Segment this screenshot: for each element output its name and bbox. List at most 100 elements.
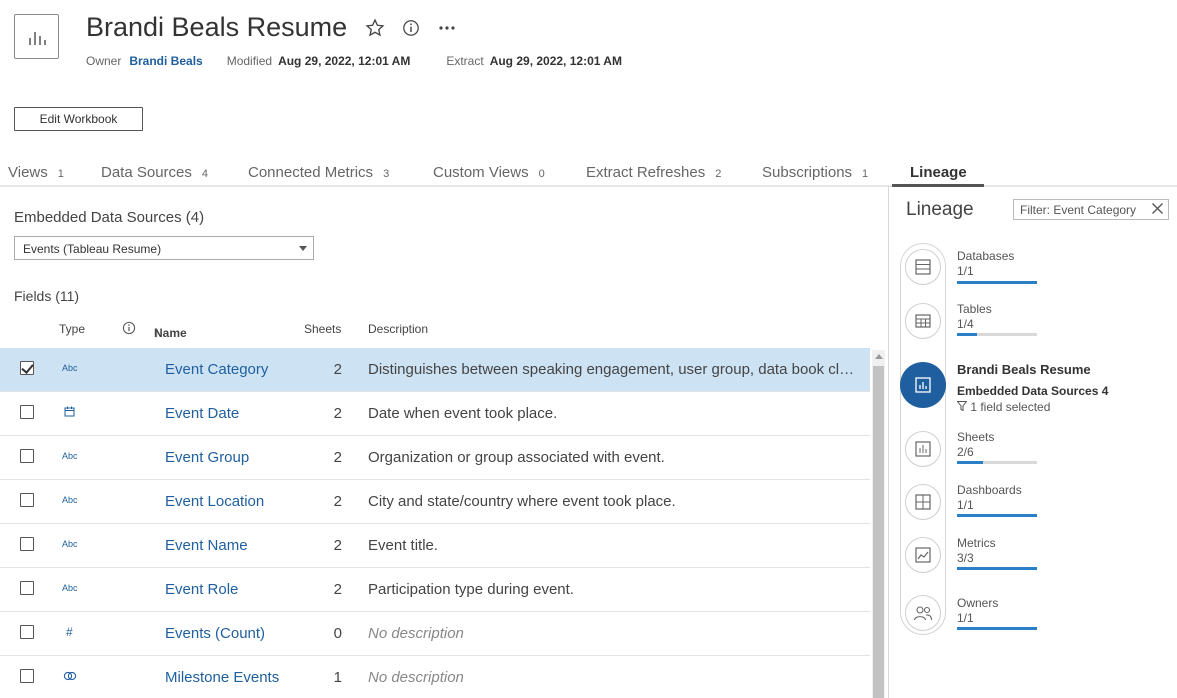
- sheet-count: 2: [333, 493, 342, 510]
- abc-icon: Abc: [62, 583, 78, 593]
- sheet-count: 2: [333, 581, 342, 598]
- row-checkbox[interactable]: [20, 361, 34, 375]
- pane-divider: [888, 186, 889, 698]
- chevron-down-icon: [299, 246, 307, 251]
- progress-fill: [957, 627, 1037, 630]
- database-icon[interactable]: [905, 249, 941, 285]
- progress-bar: [957, 281, 1037, 284]
- tab-bar: Views 1 Data Sources 4 Connected Metrics 3 …: [0, 160, 1177, 187]
- fields-selected: 1 field selected: [956, 400, 1050, 414]
- lineage-item-owners[interactable]: Owners 1/1: [957, 596, 998, 625]
- progress-bar: [957, 333, 1037, 336]
- scrollbar-thumb[interactable]: [873, 366, 884, 698]
- embedded-data-sources-label: Embedded Data Sources (4): [14, 209, 205, 226]
- row-checkbox[interactable]: [20, 625, 34, 639]
- info-icon[interactable]: [122, 321, 136, 338]
- active-tab-indicator: [892, 184, 984, 187]
- sheet-count: 2: [333, 405, 342, 422]
- calendar-icon: [64, 406, 75, 419]
- abc-icon: Abc: [62, 451, 78, 461]
- table-row[interactable]: # Events (Count) 0 No description: [0, 612, 870, 656]
- sheet-icon[interactable]: [905, 431, 941, 467]
- progress-bar: [957, 461, 1037, 464]
- field-name[interactable]: Event Location: [165, 493, 264, 510]
- lineage-item-sheets[interactable]: Sheets 2/6: [957, 430, 994, 459]
- tab-extract-refreshes[interactable]: Extract Refreshes 2: [586, 164, 721, 181]
- page-title: Brandi Beals Resume: [86, 12, 348, 42]
- tab-views[interactable]: Views 1: [8, 164, 64, 181]
- row-checkbox[interactable]: [20, 581, 34, 595]
- lineage-item-tables[interactable]: Tables 1/4: [957, 302, 992, 331]
- link-icon: [63, 670, 77, 684]
- owner-label: Owner: [86, 54, 122, 68]
- field-name[interactable]: Event Group: [165, 449, 249, 466]
- hash-icon: #: [66, 625, 73, 639]
- workbook-metadata: Owner Brandi Beals Modified Aug 29, 2022…: [86, 54, 622, 68]
- table-row[interactable]: Abc Event Role 2 Participation type duri…: [0, 568, 870, 612]
- lineage-item-metrics[interactable]: Metrics 3/3: [957, 536, 996, 565]
- fields-table-header: Type ↑ Name Sheets Description: [59, 321, 429, 340]
- owner-link[interactable]: Brandi Beals: [129, 54, 202, 68]
- field-name[interactable]: Milestone Events: [165, 669, 279, 686]
- workbook-icon: [14, 14, 59, 59]
- data-source-select-value: Events (Tableau Resume): [23, 242, 162, 256]
- field-name[interactable]: Event Category: [165, 361, 268, 378]
- table-row[interactable]: Abc Event Name 2 Event title.: [0, 524, 870, 568]
- tab-custom-views[interactable]: Custom Views 0: [433, 164, 545, 181]
- owners-icon[interactable]: [905, 595, 941, 631]
- extract-value: Aug 29, 2022, 12:01 AM: [489, 54, 622, 68]
- fields-label: Fields (11): [14, 288, 80, 304]
- tab-data-sources[interactable]: Data Sources 4: [101, 164, 208, 181]
- modified-value: Aug 29, 2022, 12:01 AM: [278, 54, 411, 68]
- lineage-item-dashboards[interactable]: Dashboards 1/1: [957, 483, 1022, 512]
- column-description[interactable]: Description: [368, 322, 428, 336]
- more-actions-icon[interactable]: [436, 17, 458, 39]
- lineage-filter-chip[interactable]: Filter: Event Category: [1013, 199, 1169, 220]
- close-icon[interactable]: [1151, 202, 1164, 218]
- field-description: No description: [368, 669, 464, 686]
- field-description: No description: [368, 625, 464, 642]
- metric-icon[interactable]: [905, 537, 941, 573]
- row-checkbox[interactable]: [20, 537, 34, 551]
- field-description: Event title.: [368, 537, 439, 554]
- table-icon[interactable]: [905, 303, 941, 339]
- scroll-up-icon[interactable]: [875, 354, 883, 359]
- field-name[interactable]: Events (Count): [165, 625, 265, 642]
- header-actions: [364, 17, 458, 39]
- data-source-icon[interactable]: [900, 362, 946, 408]
- field-description: Organization or group associated with ev…: [368, 449, 665, 466]
- sheet-count: 1: [333, 669, 342, 686]
- sheet-count: 2: [333, 449, 342, 466]
- sheet-count: 0: [333, 625, 342, 642]
- column-type[interactable]: Type: [59, 322, 85, 336]
- field-description: Date when event took place.: [368, 405, 558, 422]
- tab-connected-metrics[interactable]: Connected Metrics 3: [248, 164, 389, 181]
- field-name[interactable]: Event Date: [165, 405, 239, 422]
- row-checkbox[interactable]: [20, 405, 34, 419]
- table-row[interactable]: Abc Event Group 2 Organization or group …: [0, 436, 870, 480]
- field-description: City and state/country where event took …: [368, 493, 676, 510]
- tab-subscriptions[interactable]: Subscriptions 1: [762, 164, 868, 181]
- progress-bar: [957, 514, 1037, 517]
- star-icon[interactable]: [364, 17, 386, 39]
- row-checkbox[interactable]: [20, 669, 34, 683]
- field-description: Participation type during event.: [368, 581, 574, 598]
- column-sheets[interactable]: Sheets: [304, 322, 341, 336]
- progress-bar: [957, 567, 1037, 570]
- table-row[interactable]: Abc Event Location 2 City and state/coun…: [0, 480, 870, 524]
- field-name[interactable]: Event Role: [165, 581, 238, 598]
- dashboard-icon[interactable]: [905, 484, 941, 520]
- embedded-data-sources-count[interactable]: Embedded Data Sources 4: [957, 384, 1108, 398]
- table-row[interactable]: Event Date 2 Date when event took place.: [0, 392, 870, 436]
- vertical-scrollbar[interactable]: [872, 350, 885, 698]
- data-source-select[interactable]: Events (Tableau Resume): [14, 236, 314, 260]
- lineage-item-databases[interactable]: Databases 1/1: [957, 249, 1014, 278]
- field-name[interactable]: Event Name: [165, 537, 248, 554]
- edit-workbook-button[interactable]: Edit Workbook: [14, 107, 143, 131]
- row-checkbox[interactable]: [20, 449, 34, 463]
- tab-lineage[interactable]: Lineage: [910, 164, 967, 181]
- table-row[interactable]: Abc Event Category 2 Distinguishes betwe…: [0, 348, 870, 392]
- info-icon[interactable]: [400, 17, 422, 39]
- row-checkbox[interactable]: [20, 493, 34, 507]
- table-row[interactable]: Milestone Events 1 No description: [0, 656, 870, 698]
